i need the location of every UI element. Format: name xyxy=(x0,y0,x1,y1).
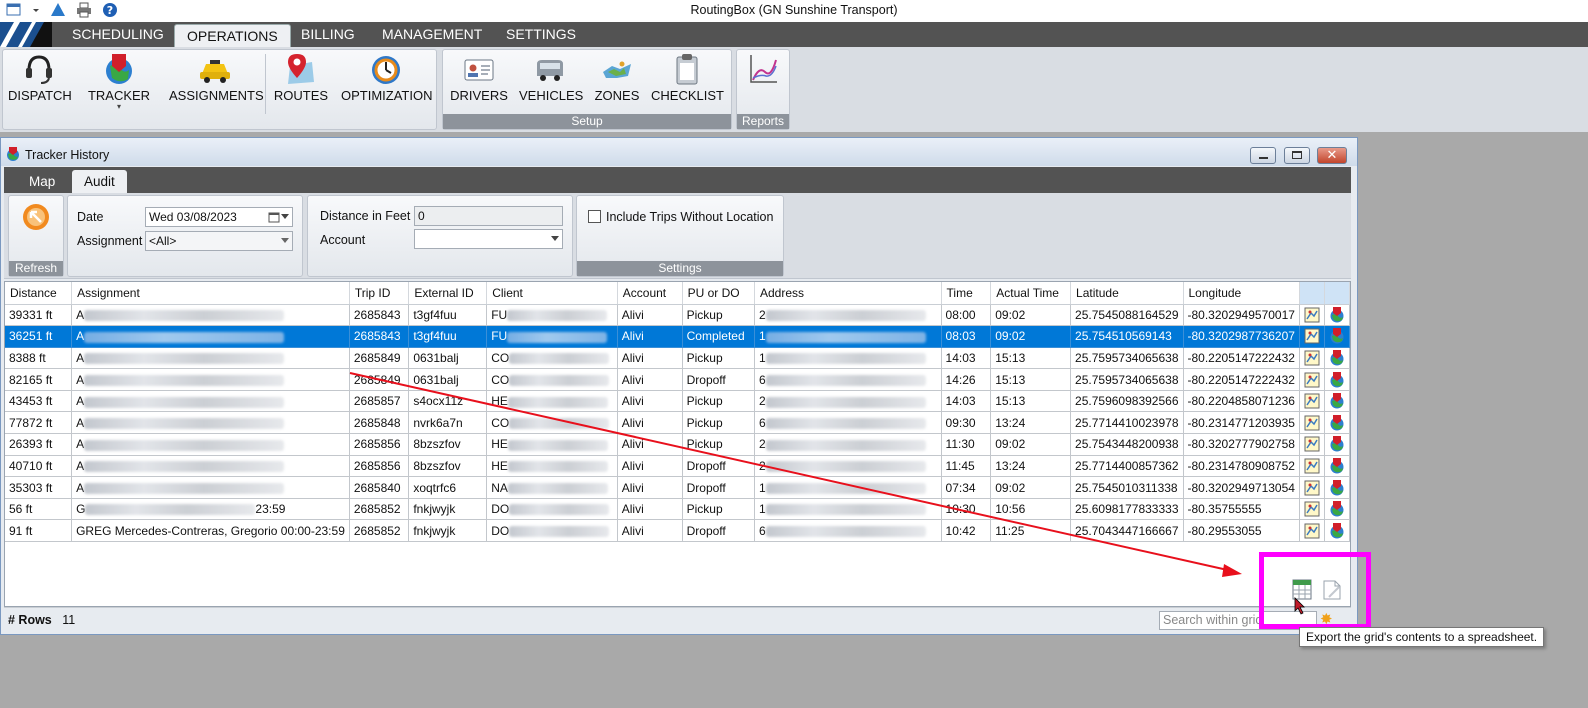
export-tooltip: Export the grid's contents to a spreadsh… xyxy=(1299,627,1545,647)
highlight-box xyxy=(1259,552,1371,629)
annotation-arrow-line xyxy=(349,372,1233,572)
annotation-arrow-head xyxy=(1222,564,1242,577)
